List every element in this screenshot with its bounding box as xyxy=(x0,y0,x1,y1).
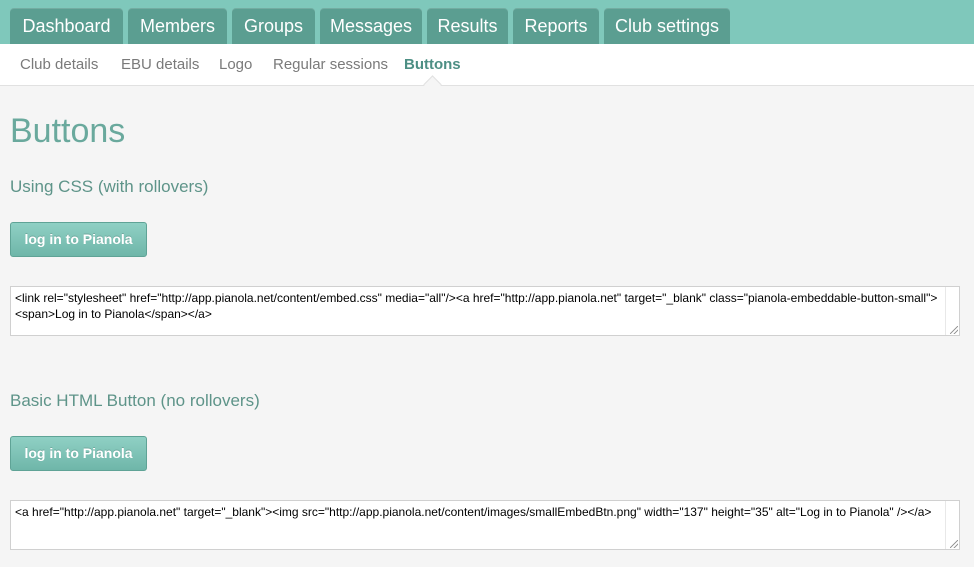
html-code-resize-grip-icon[interactable] xyxy=(950,540,958,548)
tab-messages[interactable]: Messages xyxy=(320,8,422,44)
html-embed-code-textarea[interactable]: <a href="http://app.pianola.net" target=… xyxy=(10,500,960,550)
section-title-basic-html: Basic HTML Button (no rollovers) xyxy=(10,391,260,410)
tab-groups[interactable]: Groups xyxy=(232,8,315,44)
settings-subnav: Club details EBU details Logo Regular se… xyxy=(0,44,974,86)
section-title-css: Using CSS (with rollovers) xyxy=(10,177,209,196)
page-title: Buttons xyxy=(10,112,126,150)
subnav-item-ebu-details[interactable]: EBU details xyxy=(121,56,199,73)
tab-members[interactable]: Members xyxy=(128,8,227,44)
subnav-item-club-details[interactable]: Club details xyxy=(20,56,98,73)
subnav-item-regular-sessions[interactable]: Regular sessions xyxy=(273,56,388,73)
tab-dashboard[interactable]: Dashboard xyxy=(10,8,123,44)
tab-results[interactable]: Results xyxy=(427,8,508,44)
top-navigation: Dashboard Members Groups Messages Result… xyxy=(0,0,974,44)
subnav-item-buttons[interactable]: Buttons xyxy=(404,56,461,73)
css-code-resize-grip-icon[interactable] xyxy=(950,326,958,334)
css-embed-code-textarea[interactable]: <link rel="stylesheet" href="http://app.… xyxy=(10,286,960,336)
login-button-html-preview[interactable]: log in to Pianola xyxy=(10,436,147,471)
subnav-item-logo[interactable]: Logo xyxy=(219,56,252,73)
login-button-css-preview[interactable]: log in to Pianola xyxy=(10,222,147,257)
tab-club-settings[interactable]: Club settings xyxy=(604,8,730,44)
tab-reports[interactable]: Reports xyxy=(513,8,599,44)
